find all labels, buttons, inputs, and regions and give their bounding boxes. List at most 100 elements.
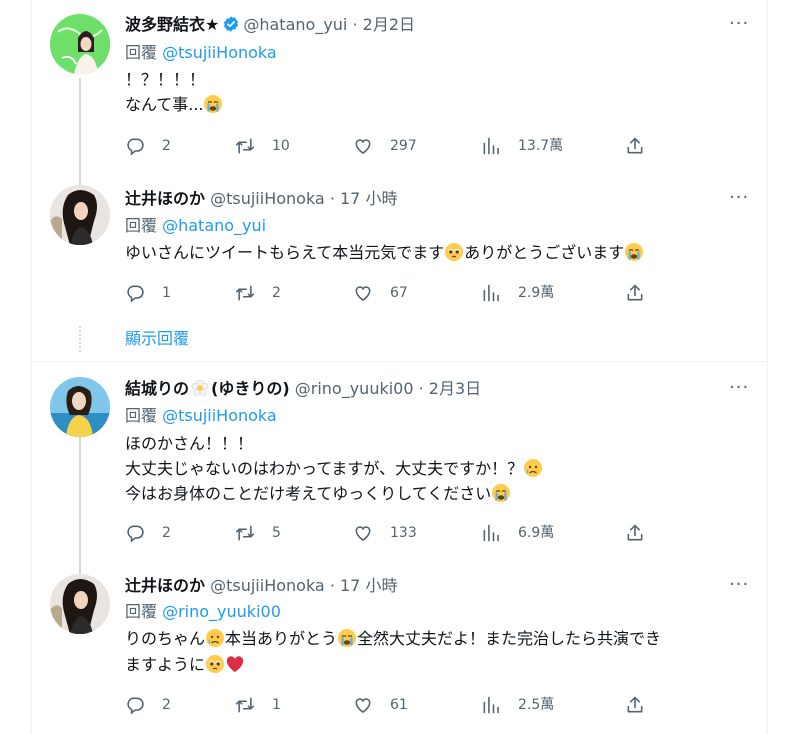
share-icon: [625, 283, 645, 303]
pleading-face-emoji-icon: [205, 654, 225, 674]
tweet-text: ほのかさん！！！: [125, 434, 254, 453]
reply-context: 回覆 @rino_yuuki00: [125, 601, 281, 623]
pleading-face-emoji-icon: [444, 242, 464, 262]
tweet-text-line: りのちゃん 本当ありがとう 全然大丈夫だよ！また完治したら共演でき: [125, 628, 661, 650]
retweet-icon: [235, 695, 255, 715]
tweet-text: ありがとうございます: [464, 243, 625, 262]
tweet-text: りのちゃん: [125, 629, 206, 648]
verified-badge-icon: [224, 16, 239, 32]
action-bar: 2 10 297 13.7萬: [125, 136, 665, 156]
handle[interactable]: @tsujiiHonoka: [210, 576, 325, 595]
separator: ·: [413, 379, 429, 398]
reply-icon: [125, 136, 145, 156]
display-name-part: (ゆきりの): [211, 379, 290, 398]
crying-emoji-icon: [624, 242, 644, 262]
crying-emoji-icon: [491, 483, 511, 503]
handle[interactable]: @tsujiiHonoka: [210, 189, 325, 208]
show-replies-link[interactable]: 顯示回覆: [125, 328, 189, 350]
tweet-text-line: 今はお身体のことだけ考えてゆっくりしてください: [125, 483, 511, 505]
mention-link[interactable]: @tsujiiHonoka: [162, 406, 277, 425]
tearful-emoji-icon: [205, 628, 225, 648]
view-count: 13.7萬: [518, 138, 564, 154]
views-icon: [481, 283, 501, 303]
handle[interactable]: @rino_yuuki00: [295, 379, 414, 398]
tweet-text: ！？！！！: [125, 70, 206, 89]
display-name[interactable]: 波多野結衣★: [125, 15, 219, 34]
retweet-icon: [235, 283, 255, 303]
action-bar: 2 5 133 6.9萬: [125, 523, 665, 543]
crying-emoji-icon: [337, 628, 357, 648]
view-count: 2.9萬: [518, 285, 555, 301]
display-name[interactable]: 結城りの (ゆきりの): [125, 379, 290, 398]
view-count: 2.5萬: [518, 697, 555, 713]
reply-count: 2: [162, 697, 171, 713]
tweet-header: 波多野結衣★ @hatano_yui · 2月2日: [125, 14, 415, 36]
retweet-count: 2: [272, 285, 281, 301]
reply-prefix: 回覆: [125, 406, 163, 425]
like-icon: [353, 283, 373, 303]
tweet-text: ゆいさんにツイートもらえて本当元気でます: [125, 243, 445, 262]
avatar[interactable]: [50, 185, 110, 245]
avatar[interactable]: [50, 377, 110, 437]
reply-icon: [125, 523, 145, 543]
thread-line: [79, 437, 81, 567]
tearful-emoji-icon: [523, 458, 543, 478]
view-count: 6.9萬: [518, 525, 555, 541]
tweet-text-line: ！？！！！: [125, 69, 205, 91]
more-icon[interactable]: ···: [729, 379, 749, 402]
tweet-text: 今はお身体のことだけ考えてゆっくりしてください: [125, 484, 492, 503]
views-icon: [481, 136, 501, 156]
avatar[interactable]: [50, 14, 110, 74]
timestamp[interactable]: 2月3日: [429, 379, 481, 398]
thread-dots: [79, 326, 81, 352]
display-name-part: 結城りの: [125, 379, 190, 398]
retweet-icon: [235, 523, 255, 543]
timestamp[interactable]: 17 小時: [340, 189, 397, 208]
tweet-text-line: ますように: [125, 654, 245, 676]
reply-count: 2: [162, 138, 171, 154]
retweet-icon: [235, 136, 255, 156]
like-count: 297: [390, 138, 417, 154]
timestamp[interactable]: 17 小時: [340, 576, 397, 595]
reply-context: 回覆 @hatano_yui: [125, 215, 266, 237]
action-bar: 2 1 61 2.5萬: [125, 695, 665, 715]
like-icon: [353, 523, 373, 543]
tweet[interactable]: 辻井ほのか @tsujiiHonoka · 17 小時 ··· 回覆 @rino…: [32, 567, 769, 734]
reply-icon: [125, 695, 145, 715]
tweet[interactable]: 結城りの (ゆきりの) @rino_yuuki00 · 2月3日 ··· 回覆 @…: [32, 362, 769, 567]
tweet-text: 大丈夫じゃないのはわかってますが、大丈夫ですか！？: [125, 459, 524, 478]
tweet-text: ますように: [125, 655, 206, 674]
tweet-header: 辻井ほのか @tsujiiHonoka · 17 小時: [125, 575, 397, 597]
action-bar: 1 2 67 2.9萬: [125, 283, 665, 303]
tweet[interactable]: 辻井ほのか @tsujiiHonoka · 17 小時 ··· 回覆 @hata…: [32, 180, 769, 360]
display-name[interactable]: 辻井ほのか: [125, 576, 205, 595]
reply-context: 回覆 @tsujiiHonoka: [125, 405, 277, 427]
thread-line: [79, 78, 81, 180]
timeline: 波多野結衣★ @hatano_yui · 2月2日 ··· 回覆 @tsujiiH…: [31, 0, 769, 734]
tweet-header: 辻井ほのか @tsujiiHonoka · 17 小時: [125, 188, 397, 210]
retweet-count: 5: [272, 525, 281, 541]
mention-link[interactable]: @hatano_yui: [162, 216, 266, 235]
separator: ·: [324, 189, 340, 208]
reply-prefix: 回覆: [125, 43, 163, 62]
tweet[interactable]: 波多野結衣★ @hatano_yui · 2月2日 ··· 回覆 @tsujiiH…: [32, 0, 769, 180]
flower-emoji-icon: [191, 379, 209, 397]
more-icon[interactable]: ···: [729, 15, 749, 38]
display-name[interactable]: 辻井ほのか: [125, 189, 205, 208]
mention-link[interactable]: @tsujiiHonoka: [162, 43, 277, 62]
tweet-text-line: ほのかさん！！！: [125, 433, 253, 455]
more-icon[interactable]: ···: [729, 576, 749, 599]
like-icon: [353, 695, 373, 715]
timestamp[interactable]: 2月2日: [363, 15, 415, 34]
handle[interactable]: @hatano_yui: [243, 15, 347, 34]
retweet-count: 10: [272, 138, 290, 154]
share-icon: [625, 523, 645, 543]
reply-icon: [125, 283, 145, 303]
more-icon[interactable]: ···: [729, 189, 749, 212]
reply-prefix: 回覆: [125, 602, 163, 621]
avatar[interactable]: [50, 574, 110, 634]
tweet-header: 結城りの (ゆきりの) @rino_yuuki00 · 2月3日: [125, 378, 481, 400]
mention-link[interactable]: @rino_yuuki00: [162, 602, 281, 621]
reply-prefix: 回覆: [125, 216, 163, 235]
red-heart-emoji-icon: [225, 654, 245, 674]
